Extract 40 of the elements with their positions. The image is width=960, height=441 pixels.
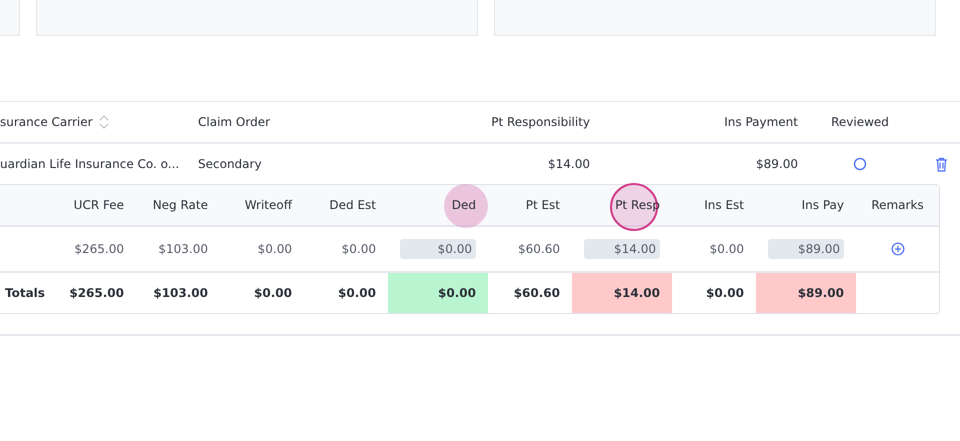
total-value: $60.60 [514,286,560,300]
table-cell: $0.00 [710,242,744,256]
column-header: Neg Rate [152,198,208,212]
total-value: $89.00 [798,286,844,300]
column-header: Remarks [871,198,924,212]
column-header: Reviewed [831,115,889,129]
total-value: $0.00 [438,286,476,300]
column-header: Ins Payment [724,115,798,129]
table-cell: $89.00 [756,157,798,171]
column-header: Ins Pay [802,198,844,212]
column-header: UCR Fee [74,198,124,212]
column-header: Ded [452,198,476,212]
radio-button[interactable] [853,157,867,171]
amount-field[interactable]: $89.00 [768,239,844,259]
total-value: $103.00 [153,286,208,300]
amount-field[interactable]: $14.00 [584,239,660,259]
add-icon[interactable] [890,242,904,256]
table-cell: $0.00 [258,242,292,256]
table-cell: $103.00 [158,242,208,256]
total-value: $0.00 [254,286,292,300]
column-header: Writeoff [244,198,292,212]
column-header: Ded Est [329,198,376,212]
total-value: Totals [5,286,45,300]
column-header: Pt Responsibility [491,115,590,129]
total-value: $265.00 [69,286,124,300]
trash-icon[interactable] [934,156,948,172]
total-value: $0.00 [706,286,744,300]
table-cell: $265.00 [74,242,124,256]
table-cell: $60.60 [518,242,560,256]
column-header: Claim Order [198,115,270,129]
amount-field[interactable]: $0.00 [400,239,476,259]
column-header: Pt Est [526,198,560,212]
column-header: Ins Est [704,198,744,212]
table-cell: $14.00 [548,157,590,171]
table-cell: uardian Life Insurance Co. o... [0,157,180,171]
total-value: $14.00 [614,286,660,300]
table-cell: Secondary [198,157,262,171]
table-cell: $0.00 [342,242,376,256]
column-header: surance Carrier [0,115,93,129]
total-value: $0.00 [338,286,376,300]
